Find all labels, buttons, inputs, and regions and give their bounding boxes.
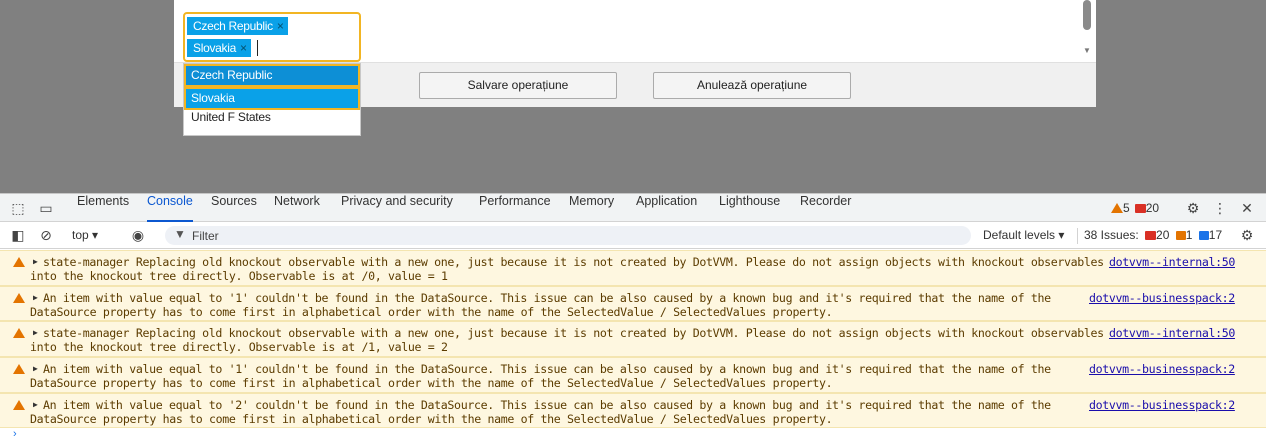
filter-input[interactable] (192, 226, 952, 245)
console-settings-gear-icon[interactable]: ⚙ (1238, 226, 1256, 244)
console-warning-message[interactable]: ▶ An item with value equal to '1' couldn… (0, 357, 1266, 393)
multiselect-dropdown-list: Czech Republic Slovakia United F States (183, 63, 361, 136)
tab-network[interactable]: Network (274, 194, 320, 222)
issues-label: 38 Issues: (1084, 228, 1139, 242)
scrollbar-thumb[interactable] (1083, 0, 1091, 30)
tab-application[interactable]: Application (636, 194, 697, 222)
clear-console-icon[interactable]: ⊘ (37, 226, 55, 244)
console-warning-message[interactable]: ▶ An item with value equal to '1' couldn… (0, 286, 1266, 321)
console-toolbar: ◧ ⊘ top ▾ ◉ ▼ Default levels ▾ 38 Issues… (0, 222, 1266, 249)
error-icon (1134, 204, 1146, 213)
log-levels-dropdown[interactable]: Default levels ▾ (983, 228, 1064, 242)
issues-info-icon (1198, 231, 1209, 240)
selected-tag: Slovakia × (187, 39, 251, 57)
warning-icon (13, 257, 25, 267)
tab-recorder[interactable]: Recorder (800, 194, 851, 222)
cancel-operation-button[interactable]: Anulează operațiune (653, 72, 851, 99)
text-caret (257, 40, 258, 56)
scroll-down-arrow-icon[interactable]: ▼ (1082, 46, 1092, 56)
warning-icon (13, 400, 25, 410)
device-toolbar-icon[interactable]: ▭ (37, 199, 55, 217)
message-source-link[interactable]: dotvvm--internal:50 (1109, 255, 1235, 269)
message-text: state-manager Replacing old knockout obs… (30, 255, 1104, 283)
warning-count: 5 (1123, 201, 1130, 215)
message-source-link[interactable]: dotvvm--internal:50 (1109, 326, 1235, 340)
live-expression-eye-icon[interactable]: ◉ (129, 226, 147, 244)
warning-icon (13, 293, 25, 303)
issues-warning-icon (1175, 231, 1186, 240)
console-warning-message[interactable]: ▶ state-manager Replacing old knockout o… (0, 250, 1266, 286)
warning-icon (13, 364, 25, 374)
console-warning-message[interactable]: ▶ An item with value equal to '2' couldn… (0, 393, 1266, 428)
issues-counter[interactable]: 38 Issues: 20 1 17 (1077, 228, 1222, 244)
modal-scrollbar[interactable]: ▼ (1082, 0, 1092, 60)
console-filter[interactable]: ▼ (165, 226, 971, 245)
tab-performance[interactable]: Performance (479, 194, 551, 222)
remove-tag-icon[interactable]: × (277, 17, 284, 35)
devtools-panel: ⬚ ▭ Elements Console Sources Network Pri… (0, 193, 1266, 438)
message-source-link[interactable]: dotvvm--businesspack:2 (1089, 362, 1235, 376)
remove-tag-icon[interactable]: × (240, 39, 247, 57)
console-prompt-icon[interactable]: › (13, 428, 17, 438)
message-source-link[interactable]: dotvvm--businesspack:2 (1089, 398, 1235, 412)
tab-elements[interactable]: Elements (77, 194, 129, 222)
tab-lighthouse[interactable]: Lighthouse (719, 194, 780, 222)
issue-counters[interactable]: 5 20 (1111, 194, 1159, 222)
more-options-icon[interactable]: ⋮ (1211, 199, 1229, 217)
page-overlay: ▼ Salvare operațiune Anulează operațiune… (0, 0, 1266, 192)
message-text: state-manager Replacing old knockout obs… (30, 326, 1104, 354)
tab-sources[interactable]: Sources (211, 194, 257, 222)
tag-label: Czech Republic (193, 19, 273, 33)
message-text: An item with value equal to '1' couldn't… (30, 291, 1051, 319)
filter-funnel-icon: ▼ (174, 227, 186, 241)
tab-console[interactable]: Console (147, 194, 193, 222)
tag-label: Slovakia (193, 41, 236, 55)
dropdown-option[interactable]: Slovakia (184, 87, 360, 110)
error-count: 20 (1145, 201, 1160, 215)
country-multiselect[interactable]: Czech Republic × Slovakia × (183, 12, 361, 62)
inspect-element-icon[interactable]: ⬚ (9, 199, 27, 217)
tab-privacy-and-security[interactable]: Privacy and security (341, 194, 453, 222)
issues-error-count: 20 (1156, 228, 1170, 242)
tab-memory[interactable]: Memory (569, 194, 614, 222)
dropdown-option[interactable]: United F States (184, 110, 360, 133)
save-operation-button[interactable]: Salvare operațiune (419, 72, 617, 99)
issues-warning-count: 1 (1185, 228, 1193, 242)
settings-gear-icon[interactable]: ⚙ (1184, 199, 1202, 217)
close-devtools-icon[interactable]: ✕ (1238, 199, 1256, 217)
warning-icon (1111, 203, 1123, 213)
message-text: An item with value equal to '2' couldn't… (30, 398, 1051, 426)
console-messages: ▶ state-manager Replacing old knockout o… (0, 250, 1266, 438)
message-source-link[interactable]: dotvvm--businesspack:2 (1089, 291, 1235, 305)
console-warning-message[interactable]: ▶ state-manager Replacing old knockout o… (0, 321, 1266, 357)
context-select[interactable]: top ▾ (72, 228, 98, 242)
devtools-tab-bar: ⬚ ▭ Elements Console Sources Network Pri… (0, 194, 1266, 222)
dropdown-option[interactable]: Czech Republic (184, 64, 360, 87)
selected-tag: Czech Republic × (187, 17, 288, 35)
issues-info-count: 17 (1208, 228, 1223, 242)
issues-error-icon (1145, 231, 1157, 240)
warning-icon (13, 328, 25, 338)
message-text: An item with value equal to '1' couldn't… (30, 362, 1051, 390)
sidebar-toggle-icon[interactable]: ◧ (9, 226, 27, 244)
